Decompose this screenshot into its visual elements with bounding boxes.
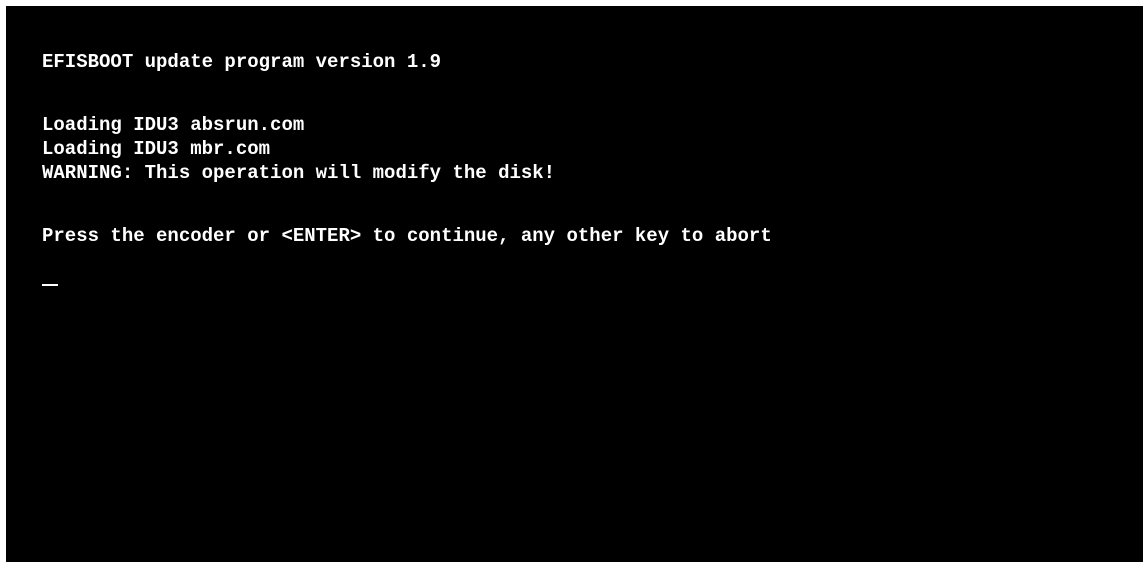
loading-absrun-line: Loading IDU3 absrun.com (42, 114, 305, 136)
console-screen[interactable]: EFISBOOT update program version 1.9 Load… (6, 6, 1143, 562)
loading-mbr-line: Loading IDU3 mbr.com (42, 138, 271, 160)
text-cursor (42, 284, 58, 286)
header-line: EFISBOOT update program version 1.9 (42, 51, 442, 73)
warning-line: WARNING: This operation will modify the … (42, 162, 556, 184)
prompt-line: Press the encoder or <ENTER> to continue… (42, 225, 772, 247)
